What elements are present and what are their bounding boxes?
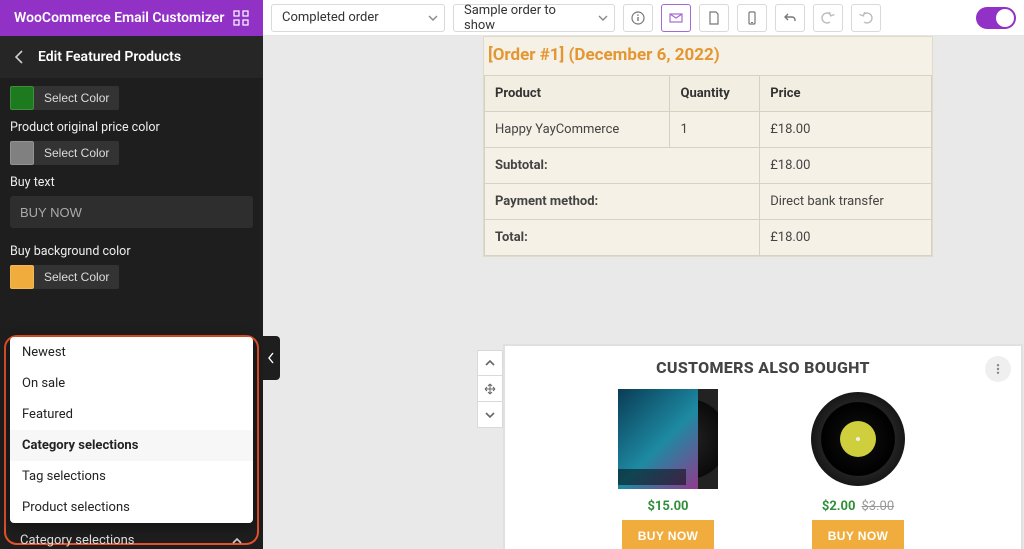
chevron-down-icon bbox=[428, 13, 438, 23]
sidebar: Edit Featured Products Select Color Prod… bbox=[0, 36, 263, 549]
product-image bbox=[808, 389, 908, 489]
option-product-selections[interactable]: Product selections bbox=[10, 492, 253, 523]
price-line: $15.00 bbox=[647, 489, 688, 520]
option-newest[interactable]: Newest bbox=[10, 337, 253, 368]
mobile-icon[interactable] bbox=[737, 4, 767, 32]
enable-toggle[interactable] bbox=[976, 7, 1016, 29]
original-price-swatch[interactable] bbox=[10, 141, 34, 165]
cell-subtotal-value: £18.00 bbox=[760, 148, 932, 184]
move-up-icon[interactable] bbox=[477, 350, 503, 376]
products-show-highlight: Newest On sale Featured Category selecti… bbox=[4, 335, 259, 545]
template-select[interactable]: Completed order bbox=[271, 4, 445, 32]
brand-title: WooCommerce Email Customizer bbox=[0, 0, 263, 36]
top-bar: WooCommerce Email Customizer Completed o… bbox=[0, 0, 1024, 36]
cell-qty: 1 bbox=[670, 112, 760, 148]
mail-icon[interactable] bbox=[661, 4, 691, 32]
back-arrow-icon[interactable] bbox=[12, 49, 28, 65]
product-card: $15.00 BUY NOW bbox=[593, 389, 743, 549]
original-price-label: Product original price color bbox=[10, 120, 253, 135]
block-settings-icon[interactable] bbox=[985, 356, 1011, 382]
cell-total-label: Total: bbox=[485, 220, 760, 256]
option-featured[interactable]: Featured bbox=[10, 399, 253, 430]
sidebar-collapse-tab[interactable] bbox=[263, 336, 280, 380]
products-show-select[interactable]: Category selections bbox=[6, 523, 257, 549]
original-price-select-color-button[interactable]: Select Color bbox=[34, 141, 119, 165]
product-image bbox=[618, 389, 718, 489]
block-controls bbox=[477, 350, 503, 428]
chevron-down-icon bbox=[598, 13, 608, 23]
price-color-row: Select Color bbox=[10, 86, 253, 110]
order-table: Product Quantity Price Happy YayCommerce… bbox=[484, 75, 932, 256]
toolbar: Completed order Sample order to show bbox=[263, 0, 1024, 36]
move-down-icon[interactable] bbox=[477, 402, 503, 428]
cell-total-value: £18.00 bbox=[760, 220, 932, 256]
sidebar-header: Edit Featured Products bbox=[0, 36, 263, 78]
buy-text-input[interactable] bbox=[10, 196, 253, 228]
buy-text-label: Buy text bbox=[10, 175, 253, 190]
th-product: Product bbox=[485, 76, 670, 112]
table-header-row: Product Quantity Price bbox=[485, 76, 932, 112]
toggle-knob bbox=[996, 9, 1014, 27]
template-select-value: Completed order bbox=[282, 10, 379, 25]
option-onsale[interactable]: On sale bbox=[10, 368, 253, 399]
product-price: $2.00 bbox=[822, 499, 856, 514]
table-row: Subtotal: £18.00 bbox=[485, 148, 932, 184]
th-qty: Quantity bbox=[670, 76, 760, 112]
original-price-color-row: Select Color bbox=[10, 141, 253, 165]
table-row: Payment method: Direct bank transfer bbox=[485, 184, 932, 220]
brand-text: WooCommerce Email Customizer bbox=[14, 10, 224, 26]
option-category-selections[interactable]: Category selections bbox=[10, 430, 253, 461]
cell-payment-label: Payment method: bbox=[485, 184, 760, 220]
table-row: Happy YayCommerce 1 £18.00 bbox=[485, 112, 932, 148]
products-row: $15.00 BUY NOW $2.00 $3.00 BUY NOW bbox=[519, 383, 1007, 549]
email-preview: [Order #1] (December 6, 2022) Product Qu… bbox=[483, 36, 933, 257]
product-card: $2.00 $3.00 BUY NOW bbox=[783, 389, 933, 549]
buy-bg-select-color-button[interactable]: Select Color bbox=[34, 265, 119, 289]
buy-button[interactable]: BUY NOW bbox=[622, 520, 715, 549]
buy-bg-label: Buy background color bbox=[10, 244, 253, 259]
products-show-dropdown: Newest On sale Featured Category selecti… bbox=[10, 337, 253, 523]
revert-left-icon[interactable] bbox=[813, 4, 843, 32]
related-title: CUSTOMERS ALSO BOUGHT bbox=[519, 354, 1007, 383]
revert-right-icon[interactable] bbox=[851, 4, 881, 32]
sidebar-scroll: Select Color Product original price colo… bbox=[0, 78, 263, 289]
product-price: $15.00 bbox=[647, 499, 688, 514]
related-products-block[interactable]: CUSTOMERS ALSO BOUGHT $15.00 BUY NOW bbox=[503, 344, 1023, 549]
cell-payment-value: Direct bank transfer bbox=[760, 184, 932, 220]
canvas: [Order #1] (December 6, 2022) Product Qu… bbox=[263, 36, 1024, 549]
info-icon[interactable] bbox=[623, 4, 653, 32]
cell-price: £18.00 bbox=[760, 112, 932, 148]
move-drag-icon[interactable] bbox=[477, 376, 503, 402]
th-price: Price bbox=[760, 76, 932, 112]
document-icon[interactable] bbox=[699, 4, 729, 32]
sidebar-title: Edit Featured Products bbox=[38, 49, 181, 65]
buy-bg-color-row: Select Color bbox=[10, 265, 253, 289]
price-select-color-button[interactable]: Select Color bbox=[34, 86, 119, 110]
products-show-current: Category selections bbox=[20, 533, 134, 548]
order-select[interactable]: Sample order to show bbox=[453, 4, 615, 32]
table-row: Total: £18.00 bbox=[485, 220, 932, 256]
cell-subtotal-label: Subtotal: bbox=[485, 148, 760, 184]
order-select-value: Sample order to show bbox=[464, 3, 590, 33]
order-title: [Order #1] (December 6, 2022) bbox=[484, 37, 932, 75]
chevron-up-icon bbox=[231, 535, 243, 547]
apps-grid-icon[interactable] bbox=[233, 10, 249, 26]
product-original-price: $3.00 bbox=[861, 499, 894, 514]
option-tag-selections[interactable]: Tag selections bbox=[10, 461, 253, 492]
cell-product: Happy YayCommerce bbox=[485, 112, 670, 148]
main: Edit Featured Products Select Color Prod… bbox=[0, 36, 1024, 549]
price-line: $2.00 $3.00 bbox=[822, 489, 894, 520]
buy-bg-swatch[interactable] bbox=[10, 265, 34, 289]
undo-icon[interactable] bbox=[775, 4, 805, 32]
price-swatch[interactable] bbox=[10, 86, 34, 110]
buy-button[interactable]: BUY NOW bbox=[812, 520, 905, 549]
